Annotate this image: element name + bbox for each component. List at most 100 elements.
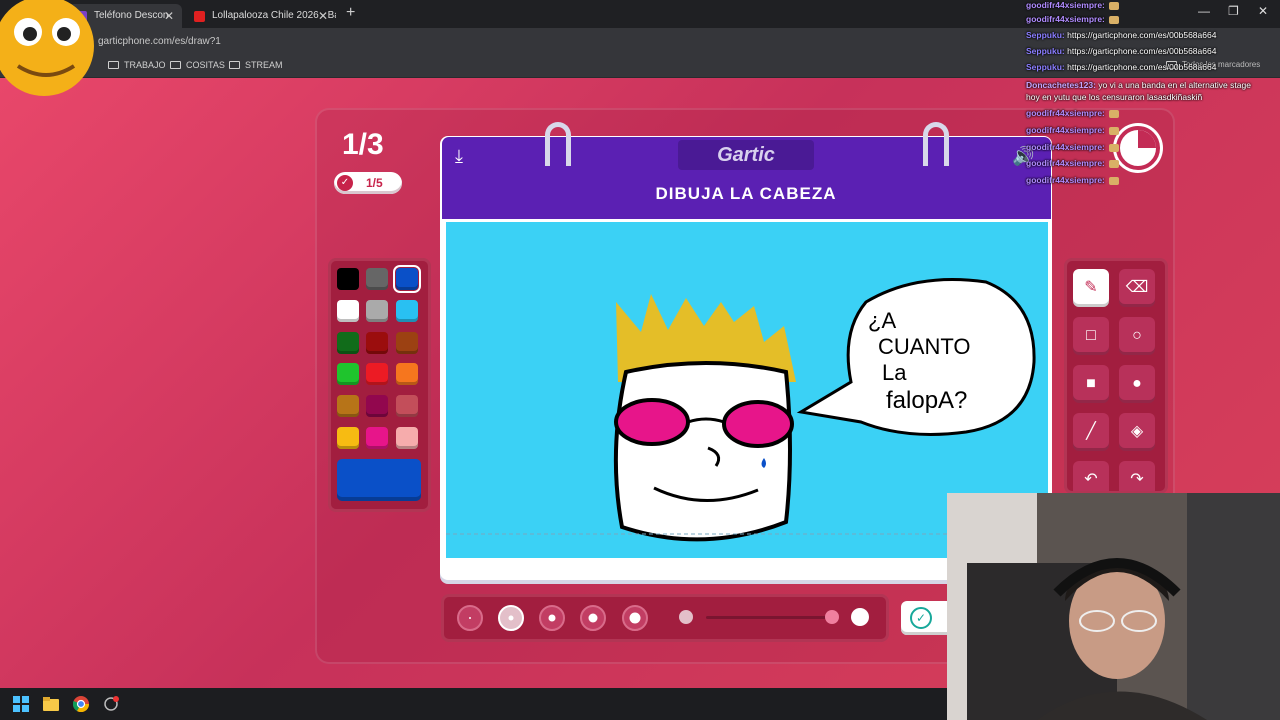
folder-icon xyxy=(170,61,181,69)
close-window-icon[interactable]: ✕ xyxy=(1258,4,1268,18)
round-counter: 1/3 xyxy=(342,128,384,161)
color-swatch[interactable] xyxy=(366,395,388,417)
notebook-ring-left xyxy=(545,122,571,166)
folder-icon xyxy=(229,61,240,69)
chat-message: goodifr44xsiempre: xyxy=(1026,125,1120,135)
pencil-icon[interactable]: ✎ xyxy=(1073,269,1109,307)
chat-username: goodifr44xsiempre: xyxy=(1026,125,1105,135)
color-swatch[interactable] xyxy=(396,332,418,354)
color-swatch[interactable] xyxy=(337,395,359,417)
ellipse-outline-icon[interactable]: ○ xyxy=(1119,317,1155,355)
chat-emote-icon xyxy=(1109,159,1120,168)
color-swatch[interactable] xyxy=(396,300,418,322)
bookmark-label: TRABAJO xyxy=(124,60,166,70)
chat-message: goodifr44xsiempre: xyxy=(1026,158,1120,168)
current-color-preview xyxy=(337,459,421,501)
color-swatch[interactable] xyxy=(337,268,359,290)
brush-size-option[interactable] xyxy=(580,605,606,631)
color-swatch[interactable] xyxy=(337,427,359,449)
color-swatch[interactable] xyxy=(366,268,388,290)
chat-message: Seppuku: https://garticphone.com/es/00b5… xyxy=(1026,46,1216,56)
color-swatch[interactable] xyxy=(337,363,359,385)
color-swatch[interactable] xyxy=(396,395,418,417)
tools-panel: ✎ ⌫ □ ○ ■ ● ╱ ◈ ↶ ↷ xyxy=(1064,258,1168,494)
bookmark-label: STREAM xyxy=(245,60,283,70)
notebook-ring-right xyxy=(923,122,949,166)
chrome-icon[interactable] xyxy=(72,696,90,713)
line-icon[interactable]: ╱ xyxy=(1073,413,1109,451)
chat-message: hoy en yutu que los censuraron lasasdkiñ… xyxy=(1026,92,1202,102)
chat-emote-icon xyxy=(1109,143,1120,152)
chat-message: goodifr44xsiempre: xyxy=(1026,0,1120,10)
app-icon[interactable] xyxy=(103,696,119,712)
minimize-icon[interactable]: — xyxy=(1198,4,1210,18)
brush-size-option[interactable] xyxy=(498,605,524,631)
tab-lollapalooza[interactable]: Lollapalooza Chile 2026 - Banco ✕ xyxy=(186,4,336,28)
chat-username: goodifr44xsiempre: xyxy=(1026,14,1105,24)
chat-username: Doncachetes123: xyxy=(1026,80,1096,90)
color-swatch[interactable] xyxy=(366,363,388,385)
bookmark-label: COSITAS xyxy=(186,60,225,70)
bubble-line-4: falopA? xyxy=(886,387,967,414)
gartic-logo: Gartic xyxy=(678,140,814,170)
chat-message: goodifr44xsiempre: xyxy=(1026,108,1120,118)
timer-icon xyxy=(1116,126,1160,170)
opacity-max-knob xyxy=(851,608,869,626)
close-tab-icon[interactable]: ✕ xyxy=(164,4,174,28)
chat-emote-icon xyxy=(1109,109,1120,118)
windows-start-icon[interactable] xyxy=(13,696,29,712)
brush-size-option[interactable] xyxy=(622,605,648,631)
bookmark-stream[interactable]: STREAM xyxy=(229,60,283,70)
brush-size-option[interactable] xyxy=(539,605,565,631)
bookmark-cositas[interactable]: COSITAS xyxy=(170,60,225,70)
fill-bucket-icon[interactable]: ◈ xyxy=(1119,413,1155,451)
eraser-icon[interactable]: ⌫ xyxy=(1119,269,1155,307)
chat-message: Seppuku: https://garticphone.com/es/00b5… xyxy=(1026,62,1216,72)
chat-username: goodifr44xsiempre: xyxy=(1026,108,1105,118)
color-swatch[interactable] xyxy=(366,300,388,322)
bookmark-trabajo[interactable]: TRABAJO xyxy=(108,60,166,70)
file-explorer-icon[interactable] xyxy=(43,696,59,712)
color-swatch[interactable] xyxy=(396,363,418,385)
windows-taskbar xyxy=(0,688,947,720)
check-icon: ✓ xyxy=(910,607,932,629)
chat-emote-icon xyxy=(1109,1,1120,10)
chat-emote-icon xyxy=(1109,15,1120,24)
webcam-feed xyxy=(947,493,1280,720)
players-done-badge: ✓ 1/5 xyxy=(334,172,402,194)
rectangle-outline-icon[interactable]: □ xyxy=(1073,317,1109,355)
download-icon[interactable]: ⤓ xyxy=(455,146,463,167)
tab-label: Teléfono Descon xyxy=(94,10,169,21)
color-swatch[interactable] xyxy=(337,332,359,354)
chat-emote-icon xyxy=(1109,176,1120,185)
color-swatch[interactable] xyxy=(366,427,388,449)
chat-text: https://garticphone.com/es/00b568a664 xyxy=(1067,46,1217,56)
redo-icon[interactable]: ↷ xyxy=(1119,461,1155,491)
color-swatch[interactable] xyxy=(337,300,359,322)
color-swatch[interactable] xyxy=(396,427,418,449)
color-swatch[interactable] xyxy=(393,265,421,293)
maximize-icon[interactable]: ❐ xyxy=(1228,4,1239,18)
chat-message: goodifr44xsiempre: xyxy=(1026,14,1120,24)
chat-message: goodifr44xsiempre: xyxy=(1026,175,1120,185)
check-icon: ✓ xyxy=(337,175,353,191)
chat-username: Seppuku: xyxy=(1026,46,1065,56)
opacity-slider-track[interactable] xyxy=(706,616,832,619)
color-swatch[interactable] xyxy=(366,332,388,354)
opacity-min-knob xyxy=(679,610,693,624)
brush-size-option[interactable] xyxy=(457,605,483,631)
url-field[interactable]: garticphone.com/es/draw?1 xyxy=(98,33,221,51)
new-tab-button[interactable]: + xyxy=(346,4,355,22)
chat-username: goodifr44xsiempre: xyxy=(1026,142,1105,152)
folder-icon xyxy=(108,61,119,69)
opacity-slider-handle[interactable] xyxy=(825,610,839,624)
undo-icon[interactable]: ↶ xyxy=(1073,461,1109,491)
close-tab-icon[interactable]: ✕ xyxy=(318,4,328,28)
timer-pie xyxy=(1138,130,1156,148)
rectangle-fill-icon[interactable]: ■ xyxy=(1073,365,1109,403)
ellipse-fill-icon[interactable]: ● xyxy=(1119,365,1155,403)
chat-text: https://garticphone.com/es/00b568a664 xyxy=(1067,30,1217,40)
chat-username: goodifr44xsiempre: xyxy=(1026,158,1105,168)
chat-text: https://garticphone.com/es/00b568a664 xyxy=(1067,62,1217,72)
youtube-favicon-icon xyxy=(194,11,205,22)
